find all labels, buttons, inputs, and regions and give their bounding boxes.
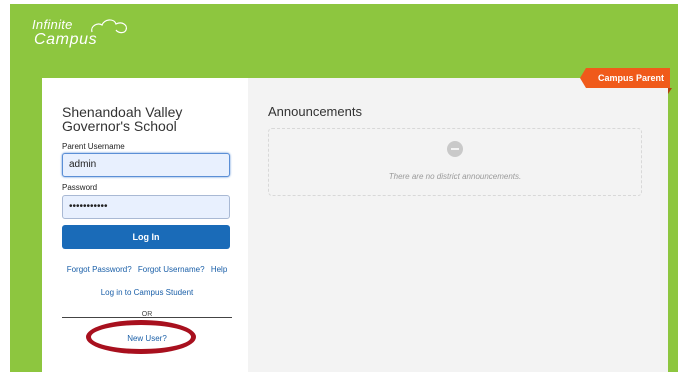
forgot-password-link[interactable]: Forgot Password? (67, 265, 132, 274)
badge-fold (668, 88, 672, 94)
password-input[interactable]: ••••••••••• (62, 195, 230, 219)
campus-student-link[interactable]: Log in to Campus Student (62, 288, 232, 297)
campus-parent-badge: Campus Parent (580, 68, 670, 88)
no-entry-icon (447, 141, 463, 157)
or-text: OR (141, 311, 153, 318)
school-name: Shenandoah Valley Governor's School (62, 104, 183, 134)
username-input[interactable]: admin (62, 153, 230, 177)
password-label: Password (62, 183, 98, 192)
forgot-username-link[interactable]: Forgot Username? (138, 265, 205, 274)
username-label: Parent Username (62, 142, 125, 151)
cloud-swirl-icon (91, 19, 127, 34)
help-links: Forgot Password? Forgot Username? Help (62, 265, 232, 274)
infinite-campus-logo: Infinite Campus (32, 18, 127, 48)
help-link[interactable]: Help (211, 265, 227, 274)
announcements-title: Announcements (268, 104, 362, 119)
announcements-box (268, 128, 642, 196)
login-button[interactable]: Log In (62, 225, 230, 249)
announcements-empty-text: There are no district announcements. (388, 172, 522, 181)
highlight-annotation (86, 320, 196, 354)
